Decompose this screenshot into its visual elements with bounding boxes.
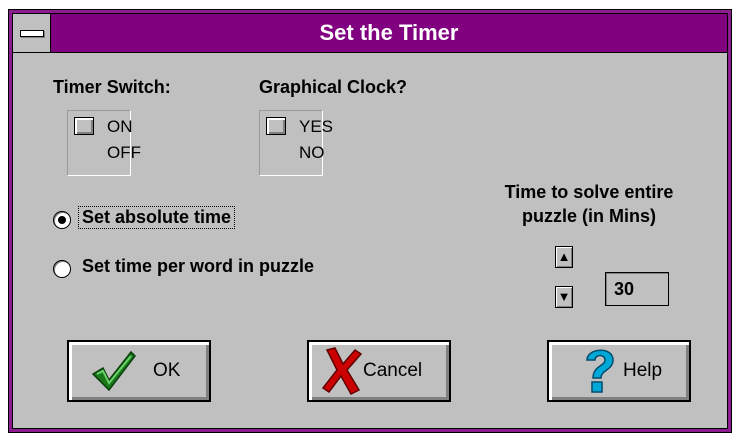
timer-switch-knob[interactable] [74, 117, 94, 135]
absolute-time-label[interactable]: Set absolute time [77, 206, 236, 229]
help-button[interactable]: Help [547, 340, 691, 402]
ok-button[interactable]: OK [67, 340, 211, 402]
timer-switch-off-label: OFF [107, 143, 141, 162]
title-bar: Set the Timer [13, 14, 727, 53]
question-mark-icon [586, 349, 614, 393]
time-label-line2: puzzle (in Mins) [522, 206, 656, 226]
spin-down-button[interactable]: ▼ [555, 286, 573, 308]
arrow-up-icon: ▲ [557, 249, 571, 264]
time-value-field[interactable]: 30 [605, 272, 669, 306]
ok-button-label: OK [153, 360, 181, 381]
help-button-label: Help [623, 360, 663, 381]
x-mark-icon [321, 347, 363, 395]
cancel-button[interactable]: Cancel [307, 340, 451, 402]
per-word-time-label[interactable]: Set time per word in puzzle [79, 256, 317, 277]
checkmark-icon [91, 350, 136, 392]
per-word-time-radio[interactable] [53, 260, 71, 278]
arrow-down-icon: ▼ [557, 289, 571, 304]
time-label-line1: Time to solve entire [504, 182, 674, 202]
cancel-button-label: Cancel [363, 360, 423, 381]
graphical-clock-yes-label: YES [299, 117, 334, 136]
spin-up-button[interactable]: ▲ [555, 246, 573, 268]
timer-switch-on-label: ON [107, 117, 133, 136]
system-menu-icon [20, 30, 44, 37]
radio-selected-dot [58, 216, 66, 224]
graphical-clock-label: Graphical Clock? [259, 77, 408, 97]
absolute-time-radio[interactable] [53, 211, 71, 229]
system-menu-button[interactable] [13, 14, 51, 52]
graphical-clock-no-label: NO [299, 143, 325, 162]
set-timer-dialog: Set the Timer Timer Switch: ON OFF Graph… [8, 9, 732, 433]
timer-switch-label: Timer Switch: [53, 77, 171, 97]
dialog-title: Set the Timer [319, 20, 459, 45]
graphical-clock-knob[interactable] [266, 117, 286, 135]
